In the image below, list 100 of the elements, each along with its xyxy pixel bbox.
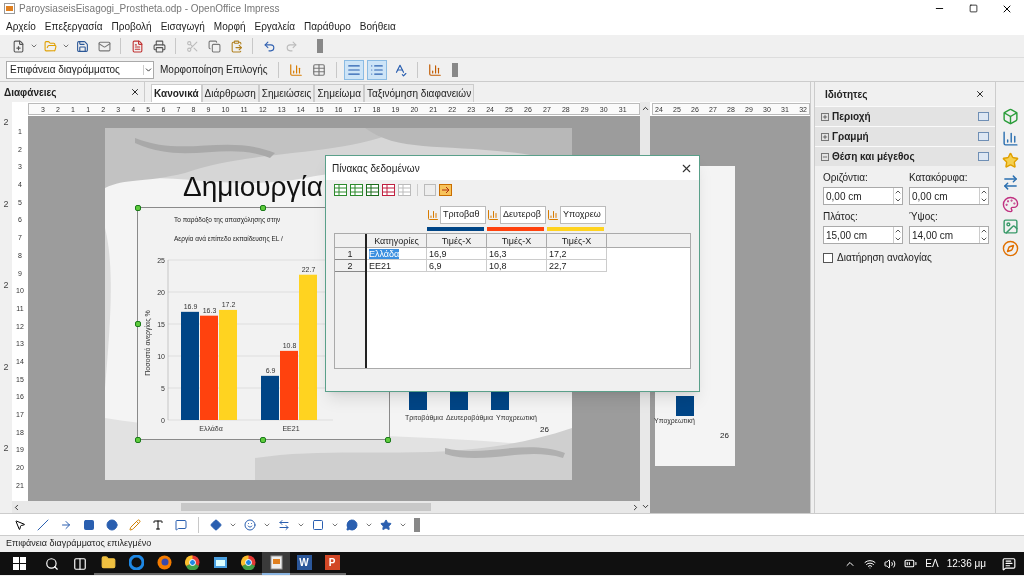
selection-handle[interactable]	[385, 437, 391, 443]
selection-handle[interactable]	[135, 205, 141, 211]
series-name-field[interactable]: Υποχρεω	[560, 206, 606, 224]
table-cell[interactable]: 16,3	[489, 249, 507, 259]
taskbar-app[interactable]	[262, 552, 290, 575]
spin-down-icon[interactable]	[980, 235, 988, 243]
selection-handle[interactable]	[135, 437, 141, 443]
section-header[interactable]: Περιοχή	[815, 106, 995, 126]
view-tab[interactable]: Διάρθρωση	[201, 84, 259, 102]
scroll-up-icon[interactable]	[640, 104, 650, 113]
menu-item[interactable]: Παράθυρο	[304, 18, 351, 34]
chart-toolbar-button[interactable]	[343, 59, 364, 80]
caret-icon[interactable]	[62, 42, 70, 50]
notifications-icon[interactable]	[1002, 556, 1016, 571]
close-icon[interactable]	[975, 89, 985, 99]
more-options-icon[interactable]	[978, 132, 989, 141]
menu-item[interactable]: Εργαλεία	[254, 18, 296, 34]
spin-up-icon[interactable]	[980, 188, 988, 196]
more-options-icon[interactable]	[978, 152, 989, 161]
more-options-icon[interactable]	[978, 112, 989, 121]
wifi-icon[interactable]	[864, 557, 877, 570]
caret-icon[interactable]	[30, 42, 38, 50]
view-tab[interactable]: Ταξινόμηση διαφανειών	[363, 84, 475, 102]
spin-up-icon[interactable]	[894, 227, 902, 235]
slide-number: 2	[3, 116, 9, 129]
slide-title[interactable]: Δημιουργία	[183, 166, 323, 208]
column-header[interactable]: Τιμές-Χ	[427, 234, 487, 247]
table-row-icon[interactable]	[350, 184, 363, 196]
table-cell[interactable]: 10,8	[489, 261, 507, 271]
menu-item[interactable]: Επεξεργασία	[44, 18, 103, 34]
battery-icon[interactable]	[904, 557, 918, 570]
scroll-right-icon[interactable]	[631, 502, 640, 512]
expand-icon[interactable]	[821, 112, 829, 121]
taskbar-app[interactable]	[178, 552, 206, 575]
taskbar-app[interactable]: W	[290, 552, 318, 575]
menu-item[interactable]: Προβολή	[111, 18, 152, 34]
language-indicator[interactable]: ΕΛ	[925, 556, 939, 571]
menu-item[interactable]: Μορφή	[213, 18, 246, 34]
section-header[interactable]: Γραμμή	[815, 126, 995, 146]
star-icon[interactable]	[1001, 152, 1019, 169]
toolbar-grip[interactable]	[414, 517, 420, 532]
column-header[interactable]: Τιμές-Χ	[487, 234, 547, 247]
chart-wizard-icon	[427, 62, 442, 77]
selection-handle[interactable]	[260, 205, 266, 211]
chart-icon[interactable]	[1001, 130, 1019, 147]
scrollbar-thumb[interactable]	[181, 503, 431, 511]
chart-toolbar-button[interactable]	[366, 59, 387, 80]
format-selection-button[interactable]: Μορφοποίηση Επιλογής	[157, 62, 271, 77]
taskbar-app[interactable]: P	[318, 552, 346, 575]
column-header[interactable]: Τιμές-Χ	[547, 234, 607, 247]
toolbar-grip[interactable]	[451, 62, 458, 77]
spin-field[interactable]: 14,00 cm	[909, 226, 989, 244]
section-header[interactable]: Θέση και μέγεθος	[815, 146, 995, 166]
volume-icon[interactable]	[884, 557, 897, 570]
spin-up-icon[interactable]	[980, 227, 988, 235]
menu-item[interactable]: Αρχείο	[6, 18, 36, 34]
clock[interactable]: 12:36 μμ	[946, 556, 986, 571]
row-header[interactable]: 2	[335, 260, 365, 272]
table-cell[interactable]: 17,2	[549, 249, 567, 259]
view-tab[interactable]: Σημειώσεις	[258, 84, 315, 102]
checkbox[interactable]	[823, 252, 833, 263]
caret-icon[interactable]	[143, 64, 153, 75]
table-row-icon[interactable]	[366, 184, 379, 196]
spin-field[interactable]: 0,00 cm	[909, 187, 989, 205]
navigator-icon[interactable]	[1001, 174, 1019, 191]
menu-item[interactable]: Εισαγωγή	[160, 18, 205, 34]
spin-field[interactable]: 15,00 cm	[823, 226, 903, 244]
view-tab[interactable]: Σημείωμα	[314, 84, 364, 102]
table-swap-icon[interactable]	[439, 184, 452, 196]
table-cell[interactable]: 6,9	[429, 261, 442, 271]
palette-icon[interactable]	[1001, 196, 1019, 213]
row-header[interactable]: 1	[335, 248, 365, 260]
compass-icon[interactable]	[1001, 240, 1019, 257]
collapse-icon[interactable]	[821, 152, 829, 161]
table-cell[interactable]: 16,9	[429, 249, 447, 259]
object-select-dropdown[interactable]: Επιφάνεια διαγράμματος	[6, 60, 154, 79]
view-tab[interactable]: Κανονικά	[151, 84, 202, 102]
table-cell[interactable]: 22,7	[549, 261, 567, 271]
scroll-left-icon[interactable]	[12, 502, 21, 512]
selection-handle[interactable]	[260, 437, 266, 443]
series-name-field[interactable]: Τριτοβαθ	[440, 206, 486, 224]
spin-down-icon[interactable]	[894, 196, 902, 204]
column-header[interactable]: Κατηγορίες	[367, 234, 427, 247]
spin-down-icon[interactable]	[894, 235, 902, 243]
dialog-title: Πίνακας δεδομένων	[332, 161, 420, 176]
cube-icon[interactable]	[1001, 108, 1019, 125]
selection-handle[interactable]	[135, 321, 141, 327]
scroll-down-icon[interactable]	[640, 502, 650, 511]
toolbar-grip[interactable]	[317, 39, 323, 53]
menu-item[interactable]: Βοήθεια	[359, 18, 396, 34]
gallery-icon[interactable]	[1001, 218, 1019, 235]
spin-up-icon[interactable]	[894, 188, 902, 196]
expand-icon[interactable]	[821, 132, 829, 141]
close-icon[interactable]	[130, 87, 140, 97]
table-row-icon[interactable]	[334, 184, 347, 196]
spin-down-icon[interactable]	[980, 196, 988, 204]
series-name-field[interactable]: Δευτεροβ	[500, 206, 546, 224]
table-row-icon[interactable]	[382, 184, 395, 196]
spin-field[interactable]: 0,00 cm	[823, 187, 903, 205]
table-cell[interactable]: ΕΕ21	[369, 261, 392, 271]
